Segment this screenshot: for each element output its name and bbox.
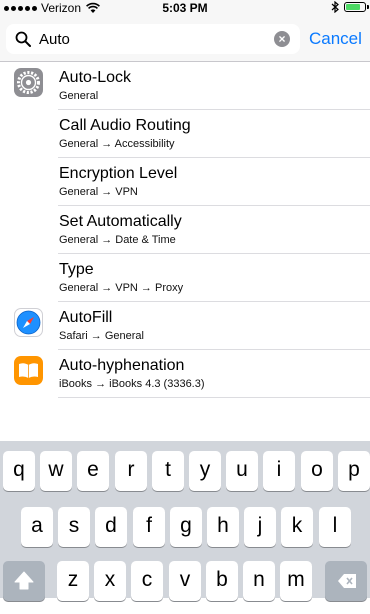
key-n[interactable]: n — [243, 561, 275, 601]
result-title: Type — [59, 261, 94, 278]
key-j[interactable]: j — [244, 507, 276, 547]
clear-search-icon[interactable]: × — [274, 31, 290, 47]
key-l[interactable]: l — [319, 507, 351, 547]
keyboard: qwertyuiop asdfghjkl zxcvbnm — [0, 441, 370, 601]
search-icon — [15, 31, 31, 47]
result-row-type[interactable]: Type General → VPN → Proxy — [0, 254, 370, 302]
search-query: Auto — [39, 31, 70, 48]
result-title: AutoFill — [59, 309, 113, 326]
shift-key[interactable] — [3, 561, 45, 601]
key-m[interactable]: m — [280, 561, 312, 601]
key-k[interactable]: k — [281, 507, 313, 547]
shift-icon — [14, 571, 34, 590]
key-h[interactable]: h — [207, 507, 239, 547]
bluetooth-icon — [331, 1, 339, 13]
search-results-list: Auto-Lock General Call Audio Routing Gen… — [0, 62, 370, 398]
result-title: Call Audio Routing — [59, 117, 191, 134]
result-path: General → Accessibility — [59, 138, 175, 150]
result-row-encryption-level[interactable]: Encryption Level General → VPN — [0, 158, 370, 206]
search-bar: Auto × Cancel — [0, 16, 370, 62]
result-title: Auto-hyphenation — [59, 357, 185, 374]
status-right — [331, 1, 369, 13]
result-path: Safari → General — [59, 330, 144, 342]
result-row-set-automatically[interactable]: Set Automatically General → Date & Time — [0, 206, 370, 254]
battery-icon — [344, 2, 369, 12]
key-c[interactable]: c — [131, 561, 163, 601]
result-row-auto-hyphenation[interactable]: Auto-hyphenation iBooks → iBooks 4.3 (33… — [0, 350, 370, 398]
status-bar: Verizon 5:03 PM — [0, 0, 370, 16]
key-e[interactable]: e — [77, 451, 109, 491]
key-x[interactable]: x — [94, 561, 126, 601]
key-r[interactable]: r — [115, 451, 147, 491]
result-path: General → Date & Time — [59, 234, 176, 246]
key-b[interactable]: b — [206, 561, 238, 601]
gear-icon — [14, 68, 43, 97]
key-u[interactable]: u — [226, 451, 258, 491]
key-v[interactable]: v — [169, 561, 201, 601]
result-title: Encryption Level — [59, 165, 178, 182]
result-row-autofill[interactable]: AutoFill Safari → General — [0, 302, 370, 350]
ibooks-book-icon — [14, 356, 43, 385]
key-i[interactable]: i — [263, 451, 295, 491]
key-s[interactable]: s — [58, 507, 90, 547]
key-p[interactable]: p — [338, 451, 370, 491]
key-t[interactable]: t — [152, 451, 184, 491]
result-path: iBooks → iBooks 4.3 (3336.3) — [59, 378, 205, 390]
result-path: General → VPN → Proxy — [59, 282, 184, 294]
cancel-button[interactable]: Cancel — [309, 29, 362, 49]
safari-compass-icon — [14, 308, 43, 337]
row-divider — [58, 397, 370, 398]
result-path: General → VPN — [59, 186, 138, 198]
result-row-auto-lock[interactable]: Auto-Lock General — [0, 62, 370, 110]
key-f[interactable]: f — [133, 507, 165, 547]
key-g[interactable]: g — [170, 507, 202, 547]
key-y[interactable]: y — [189, 451, 221, 491]
key-d[interactable]: d — [95, 507, 127, 547]
key-o[interactable]: o — [301, 451, 333, 491]
result-title: Set Automatically — [59, 213, 182, 230]
backspace-icon — [338, 574, 356, 588]
key-a[interactable]: a — [21, 507, 53, 547]
result-path: General — [59, 90, 99, 102]
search-input[interactable]: Auto × — [6, 24, 300, 54]
battery-level — [346, 4, 360, 10]
clock: 5:03 PM — [162, 1, 208, 15]
key-q[interactable]: q — [3, 451, 35, 491]
key-w[interactable]: w — [40, 451, 72, 491]
delete-key[interactable] — [325, 561, 367, 601]
key-z[interactable]: z — [57, 561, 89, 601]
result-title: Auto-Lock — [59, 69, 132, 86]
result-row-call-audio-routing[interactable]: Call Audio Routing General → Accessibili… — [0, 110, 370, 158]
